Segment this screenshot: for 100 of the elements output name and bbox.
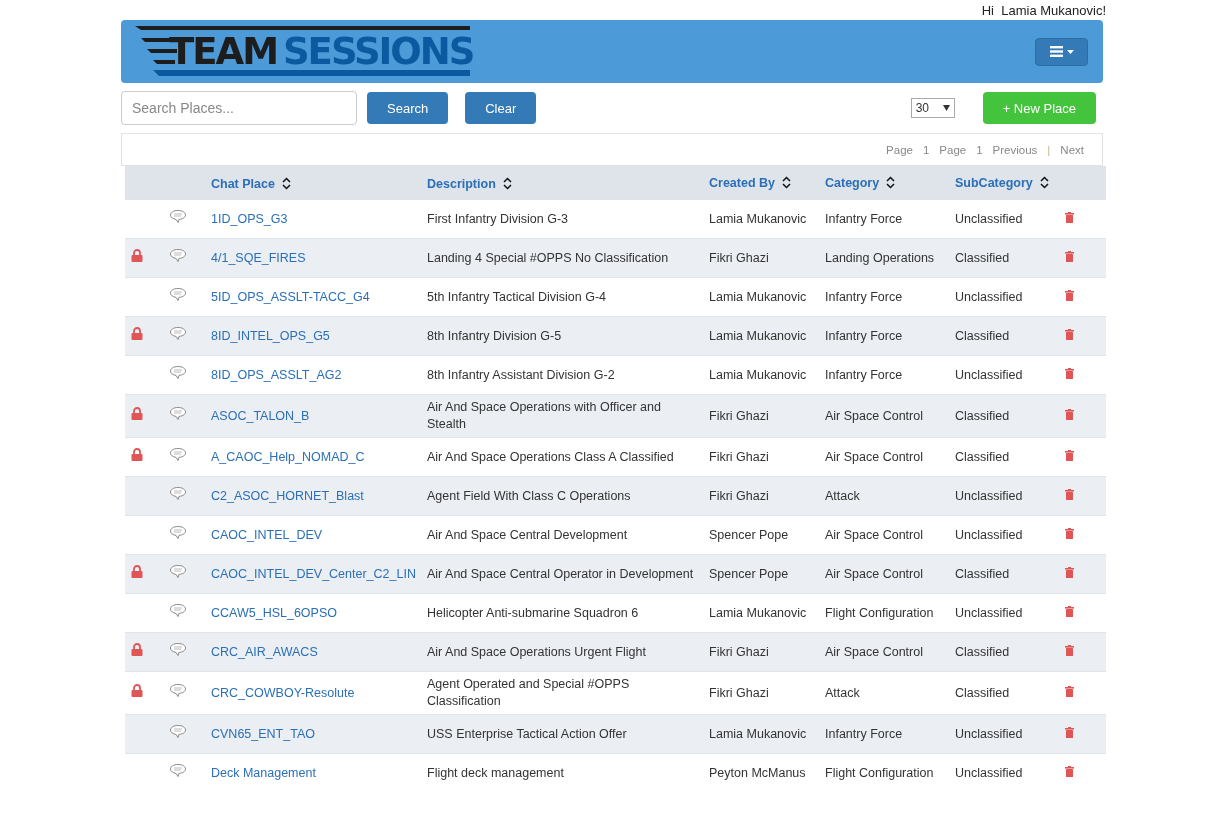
speech-bubble-icon[interactable] xyxy=(169,525,187,540)
sort-icon[interactable] xyxy=(1039,176,1049,189)
subcategory-text: Classified xyxy=(955,566,1010,581)
description-text: 8th Infantry Assistant Division G-2 xyxy=(427,367,615,382)
speech-bubble-icon[interactable] xyxy=(169,603,187,618)
trash-icon[interactable] xyxy=(1065,566,1074,578)
sort-icon[interactable] xyxy=(502,177,512,190)
speech-bubble-icon[interactable] xyxy=(169,365,187,380)
trash-icon[interactable] xyxy=(1065,644,1074,656)
speech-bubble-icon[interactable] xyxy=(169,326,187,341)
column-header[interactable]: Chat Place xyxy=(211,176,275,191)
trash-icon[interactable] xyxy=(1065,726,1074,738)
creator-text: Fikri Ghazi xyxy=(709,685,769,700)
category-text: Air Space Control xyxy=(825,408,923,423)
subcategory-text: Unclassified xyxy=(955,488,1023,503)
chat-place-link[interactable]: CVN65_ENT_TAO xyxy=(211,726,315,741)
speech-bubble-icon[interactable] xyxy=(169,287,187,302)
search-button[interactable]: Search xyxy=(367,92,449,124)
creator-text: Fikri Ghazi xyxy=(709,449,769,464)
trash-icon[interactable] xyxy=(1065,211,1074,223)
category-text: Flight Configuration xyxy=(825,605,934,620)
page-number: 1 xyxy=(976,143,983,156)
chat-place-link[interactable]: CRC_AIR_AWACS xyxy=(211,644,318,659)
trash-icon[interactable] xyxy=(1065,488,1074,500)
chat-place-link[interactable]: CCAW5_HSL_6OPSO xyxy=(211,605,337,620)
page-number: 1 xyxy=(922,143,930,156)
description-text: 8th Infantry Division G-5 xyxy=(427,328,562,343)
menu-button[interactable] xyxy=(1035,37,1088,66)
creator-text: Fikri Ghazi xyxy=(709,644,769,659)
description-text: Air And Space Central Development xyxy=(427,527,628,542)
clear-button[interactable]: Clear xyxy=(465,92,537,124)
subcategory-text: Classified xyxy=(955,328,1010,343)
chat-place-link[interactable]: CAOC_INTEL_DEV_Center_C2_LIN xyxy=(211,566,416,581)
logo-word: TEAM xyxy=(169,33,277,70)
lock-icon xyxy=(131,643,143,656)
description-text: Air And Space Operations Class A Classified xyxy=(427,449,674,464)
description-text: Helicopter Anti-submarine Squadron 6 xyxy=(427,605,639,620)
trash-icon[interactable] xyxy=(1065,685,1074,697)
chat-place-link[interactable]: 8ID_OPS_ASSLT_AG2 xyxy=(211,367,342,382)
chat-place-link[interactable]: CAOC_INTEL_DEV xyxy=(211,527,323,542)
category-text: Air Space Control xyxy=(825,644,923,659)
trash-icon[interactable] xyxy=(1065,408,1074,420)
lock-icon xyxy=(131,407,143,420)
description-text: Air And Space Operations with Officer and Stealth xyxy=(427,400,661,431)
creator-text: Lamia Mukanovic xyxy=(709,211,807,226)
subcategory-text: Unclassified xyxy=(955,211,1023,226)
sort-icon[interactable] xyxy=(886,176,896,189)
description-text: First Infantry Division G-3 xyxy=(427,211,568,226)
description-text: USS Enterprise Tactical Action Offer xyxy=(427,726,627,741)
creator-text: Spencer Pope xyxy=(709,566,789,581)
chat-place-link[interactable]: C2_ASOC_HORNET_Blast xyxy=(211,488,364,503)
speech-bubble-icon[interactable] xyxy=(169,447,187,462)
trash-icon[interactable] xyxy=(1065,527,1074,539)
chat-place-link[interactable]: Deck Management xyxy=(211,765,316,780)
creator-text: Lamia Mukanovic xyxy=(709,726,807,741)
description-text: 5th Infantry Tactical Division G-4 xyxy=(427,289,606,304)
sort-icon[interactable] xyxy=(782,176,791,189)
speech-bubble-icon[interactable] xyxy=(169,209,187,224)
speech-bubble-icon[interactable] xyxy=(169,763,187,778)
speech-bubble-icon[interactable] xyxy=(169,642,187,657)
sort-icon[interactable] xyxy=(281,177,291,190)
creator-text: Fikri Ghazi xyxy=(709,250,769,265)
speech-bubble-icon[interactable] xyxy=(169,248,187,263)
speech-bubble-icon[interactable] xyxy=(169,683,187,698)
trash-icon[interactable] xyxy=(1065,765,1074,777)
lock-icon xyxy=(131,327,143,340)
previous-link[interactable]: Previous xyxy=(992,143,1038,156)
speech-bubble-icon[interactable] xyxy=(169,406,187,421)
subcategory-text: Unclassified xyxy=(955,726,1023,741)
column-header[interactable]: Category xyxy=(825,175,880,190)
chat-place-link[interactable]: 4/1_SQE_FIRES xyxy=(211,250,306,265)
subcategory-text: Classified xyxy=(955,644,1010,659)
menu-icon xyxy=(1049,46,1063,57)
chat-place-link[interactable]: 8ID_INTEL_OPS_G5 xyxy=(211,328,330,343)
chat-place-link[interactable]: A_CAOC_Help_NOMAD_C xyxy=(211,449,365,464)
search-field[interactable]: Search Places... xyxy=(121,91,357,125)
chat-place-link[interactable]: CRC_COWBOY-Resolute xyxy=(211,685,355,700)
category-text: Infantry Force xyxy=(825,367,903,382)
page-label: Page xyxy=(939,143,967,156)
trash-icon[interactable] xyxy=(1065,250,1074,262)
page-size-select[interactable]: 30 xyxy=(910,98,955,118)
speech-bubble-icon[interactable] xyxy=(169,486,187,501)
subcategory-text: Unclassified xyxy=(955,527,1023,542)
trash-icon[interactable] xyxy=(1065,289,1074,301)
lock-icon xyxy=(131,448,143,461)
speech-bubble-icon[interactable] xyxy=(169,564,187,579)
trash-icon[interactable] xyxy=(1065,605,1074,617)
trash-icon[interactable] xyxy=(1065,449,1074,461)
chat-place-link[interactable]: 5ID_OPS_ASSLT-TACC_G4 xyxy=(211,289,370,304)
category-text: Infantry Force xyxy=(825,289,903,304)
next-link[interactable]: Next xyxy=(1060,143,1084,156)
speech-bubble-icon[interactable] xyxy=(169,724,187,739)
chat-place-link[interactable]: ASOC_TALON_B xyxy=(211,408,310,423)
trash-icon[interactable] xyxy=(1065,328,1074,340)
description-text: Landing 4 Special #OPPS No Classification xyxy=(427,250,669,265)
trash-icon[interactable] xyxy=(1065,367,1074,379)
chat-place-link[interactable]: 1ID_OPS_G3 xyxy=(211,211,288,226)
separator-text: | xyxy=(1047,143,1051,156)
column-header[interactable]: Description xyxy=(427,176,496,191)
description-text: Agent Operated and Special #OPPS Classification xyxy=(427,677,630,708)
